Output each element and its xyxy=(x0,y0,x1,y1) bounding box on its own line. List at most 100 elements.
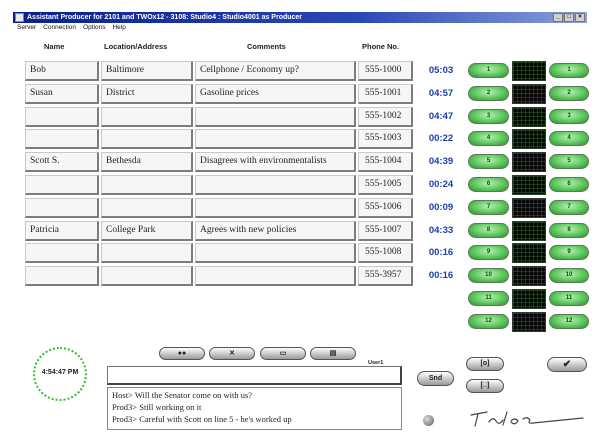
caller-name-cell[interactable] xyxy=(25,175,99,195)
caller-location-cell[interactable] xyxy=(101,266,193,286)
line-select-button[interactable]: 1 xyxy=(468,63,509,78)
caller-comment-cell[interactable]: Cellphone / Economy up? xyxy=(195,61,356,81)
caller-location-cell[interactable]: Baltimore xyxy=(101,61,193,81)
caller-location-cell[interactable] xyxy=(101,198,193,218)
line-status-meter xyxy=(512,61,546,81)
line-air-button[interactable]: 4 xyxy=(549,131,589,146)
telos-logo xyxy=(470,411,584,427)
line-air-button[interactable]: 5 xyxy=(549,154,589,169)
line-status-meter xyxy=(512,198,546,218)
close-icon[interactable]: × xyxy=(575,13,585,22)
line-select-button[interactable]: 4 xyxy=(468,131,509,146)
line-select-button[interactable]: 12 xyxy=(468,314,509,329)
caller-location-cell[interactable]: District xyxy=(101,84,193,104)
chat-input[interactable] xyxy=(107,366,402,385)
line-select-button[interactable]: 2 xyxy=(468,86,509,101)
caller-phone-cell[interactable]: 555-1001 xyxy=(358,84,413,104)
minimize-icon[interactable]: _ xyxy=(553,13,563,22)
menu-connection[interactable]: Connection xyxy=(43,24,76,33)
caller-name-cell[interactable] xyxy=(25,107,99,127)
window-controls: _ □ × xyxy=(553,13,585,22)
caller-comment-cell[interactable] xyxy=(195,129,356,149)
line-timer: 05:03 xyxy=(428,65,454,76)
drop-button[interactable]: ✕ xyxy=(209,347,255,360)
line-status-meter xyxy=(512,243,546,263)
list-button[interactable]: ▤ xyxy=(310,347,356,360)
line-select-button[interactable]: 8 xyxy=(468,223,509,238)
caller-location-cell[interactable]: College Park xyxy=(101,221,193,241)
caller-name-cell[interactable] xyxy=(25,198,99,218)
menu-options[interactable]: Options xyxy=(83,24,105,33)
stop-button[interactable]: [□] xyxy=(466,379,504,393)
line-timer: 04:39 xyxy=(428,156,454,167)
caller-name-cell[interactable] xyxy=(25,243,99,263)
caller-comment-cell[interactable]: Gasoline prices xyxy=(195,84,356,104)
line-status-meter xyxy=(512,289,546,309)
line-select-button[interactable]: 5 xyxy=(468,154,509,169)
menu-server[interactable]: Server xyxy=(17,24,36,33)
line-air-button[interactable]: 11 xyxy=(549,291,589,306)
caller-name-cell[interactable] xyxy=(25,129,99,149)
line-select-button[interactable]: 3 xyxy=(468,109,509,124)
caller-phone-cell[interactable]: 555-1008 xyxy=(358,243,413,263)
line-status-meter xyxy=(512,175,546,195)
caller-name-cell[interactable]: Susan xyxy=(25,84,99,104)
line-select-button[interactable]: 6 xyxy=(468,177,509,192)
caller-comment-cell[interactable] xyxy=(195,198,356,218)
caller-name-cell[interactable]: Patricia xyxy=(25,221,99,241)
line-timer: 00:22 xyxy=(428,133,454,144)
column-header-comments: Comments xyxy=(247,42,286,51)
caller-comment-cell[interactable]: Disagrees with environmentalists xyxy=(195,152,356,172)
caller-comment-cell[interactable] xyxy=(195,243,356,263)
confirm-button[interactable]: ✔ xyxy=(547,357,587,372)
line-timer: 00:16 xyxy=(428,247,454,258)
caller-phone-cell[interactable]: 555-3957 xyxy=(358,266,413,286)
line-select-button[interactable]: 9 xyxy=(468,245,509,260)
caller-location-cell[interactable]: Bethesda xyxy=(101,152,193,172)
line-air-button[interactable]: 1 xyxy=(549,63,589,78)
line-status-meter xyxy=(512,129,546,149)
caller-phone-cell[interactable]: 555-1002 xyxy=(358,107,413,127)
line-air-button[interactable]: 2 xyxy=(549,86,589,101)
line-status-meter xyxy=(512,312,546,332)
menu-help[interactable]: Help xyxy=(112,24,125,33)
chat-message: Host> Will the Senator come on with us? xyxy=(112,390,253,400)
line-air-button[interactable]: 8 xyxy=(549,223,589,238)
line-air-button[interactable]: 9 xyxy=(549,245,589,260)
conference-button[interactable]: ●● xyxy=(159,347,205,360)
caller-comment-cell[interactable] xyxy=(195,175,356,195)
line-select-button[interactable]: 7 xyxy=(468,200,509,215)
caller-phone-cell[interactable]: 555-1004 xyxy=(358,152,413,172)
record-button[interactable]: [o] xyxy=(466,357,504,371)
line-air-button[interactable]: 7 xyxy=(549,200,589,215)
line-air-button[interactable]: 3 xyxy=(549,109,589,124)
caller-phone-cell[interactable]: 555-1006 xyxy=(358,198,413,218)
line-air-button[interactable]: 12 xyxy=(549,314,589,329)
caller-phone-cell[interactable]: 555-1007 xyxy=(358,221,413,241)
chat-message: Prod3> Still working on it xyxy=(112,402,202,412)
caller-comment-cell[interactable]: Agrees with new policies xyxy=(195,221,356,241)
caller-name-cell[interactable] xyxy=(25,266,99,286)
caller-location-cell[interactable] xyxy=(101,243,193,263)
maximize-icon[interactable]: □ xyxy=(564,13,574,22)
column-header-name: Name xyxy=(44,42,65,51)
line-air-button[interactable]: 10 xyxy=(549,268,589,283)
caller-location-cell[interactable] xyxy=(101,175,193,195)
caller-comment-cell[interactable] xyxy=(195,107,356,127)
window-title: Assistant Producer for 2101 and TWOx12 -… xyxy=(27,14,303,21)
caller-phone-cell[interactable]: 555-1005 xyxy=(358,175,413,195)
caller-phone-cell[interactable]: 555-1000 xyxy=(358,61,413,81)
window-titlebar[interactable]: Assistant Producer for 2101 and TWOx12 -… xyxy=(13,12,587,23)
caller-name-cell[interactable]: Bob xyxy=(25,61,99,81)
line-select-button[interactable]: 10 xyxy=(468,268,509,283)
caller-location-cell[interactable] xyxy=(101,107,193,127)
caller-phone-cell[interactable]: 555-1003 xyxy=(358,129,413,149)
line-select-button[interactable]: 11 xyxy=(468,291,509,306)
screen-button[interactable]: ▭ xyxy=(260,347,306,360)
caller-location-cell[interactable] xyxy=(101,129,193,149)
caller-comment-cell[interactable] xyxy=(195,266,356,286)
line-status-meter xyxy=(512,152,546,172)
send-button[interactable]: Snd xyxy=(417,371,454,386)
caller-name-cell[interactable]: Scott S. xyxy=(25,152,99,172)
line-air-button[interactable]: 6 xyxy=(549,177,589,192)
